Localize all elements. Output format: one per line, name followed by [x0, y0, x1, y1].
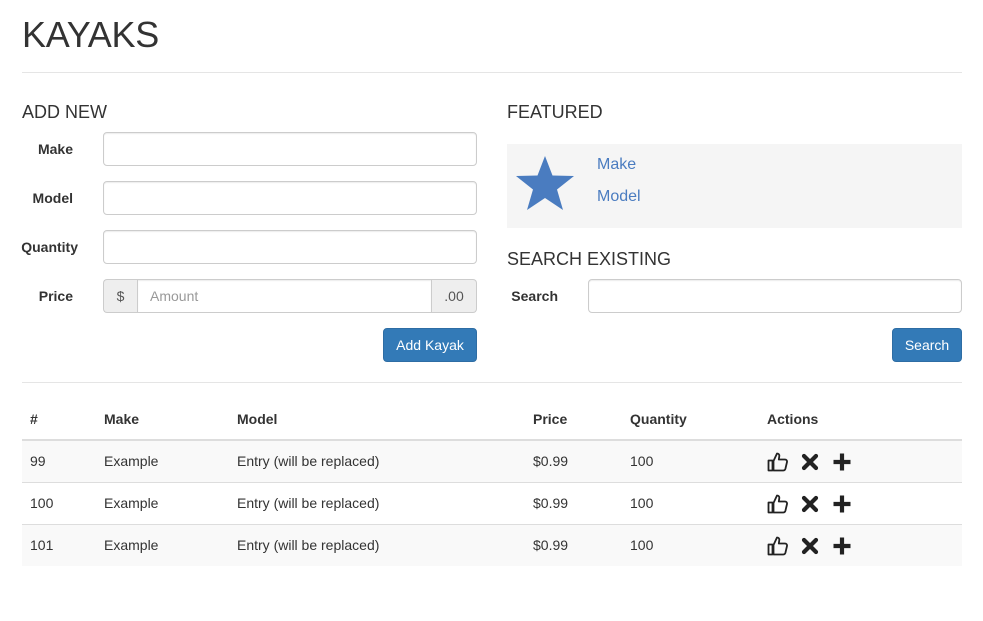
cell-model: Entry (will be replaced) — [229, 481, 525, 524]
add-new-title: ADD NEW — [22, 102, 107, 122]
featured-make-link[interactable]: Make — [597, 156, 636, 174]
cell-id: 100 — [22, 481, 96, 524]
cell-actions — [759, 523, 962, 566]
cell-make: Example — [96, 481, 229, 524]
thumbs-up-icon[interactable] — [767, 535, 789, 557]
cell-id: 101 — [22, 523, 96, 566]
star-icon — [516, 156, 574, 210]
remove-icon[interactable] — [799, 451, 821, 473]
model-label: Model — [32, 190, 73, 206]
header-id: # — [22, 398, 96, 441]
cell-price: $0.99 — [525, 439, 622, 482]
plus-icon[interactable] — [831, 493, 853, 515]
add-kayak-button[interactable]: Add Kayak — [383, 328, 477, 362]
cell-quantity: 100 — [622, 523, 759, 566]
header-model: Model — [229, 398, 525, 441]
price-input-group: $ .00 — [103, 279, 477, 313]
search-button[interactable]: Search — [892, 328, 962, 362]
plus-icon[interactable] — [831, 451, 853, 473]
cell-price: $0.99 — [525, 481, 622, 524]
content-divider — [22, 382, 962, 383]
thumbs-up-icon[interactable] — [767, 451, 789, 473]
header-quantity: Quantity — [622, 398, 759, 441]
header-price: Price — [525, 398, 622, 441]
remove-icon[interactable] — [799, 535, 821, 557]
search-title: SEARCH EXISTING — [507, 249, 672, 269]
price-label: Price — [38, 288, 73, 304]
table-row: 100 Example Entry (will be replaced) $0.… — [22, 481, 962, 524]
price-amount-input[interactable] — [137, 279, 432, 313]
make-label: Make — [37, 141, 73, 157]
featured-model-link[interactable]: Model — [597, 188, 641, 206]
price-suffix: .00 — [432, 279, 477, 313]
cell-quantity: 100 — [622, 481, 759, 524]
cell-quantity: 100 — [622, 439, 759, 482]
page-title: KAYAKS — [22, 14, 159, 55]
cell-model: Entry (will be replaced) — [229, 439, 525, 482]
cell-id: 99 — [22, 439, 96, 482]
thumbs-up-icon[interactable] — [767, 493, 789, 515]
header-actions: Actions — [759, 398, 962, 441]
remove-icon[interactable] — [799, 493, 821, 515]
cell-price: $0.99 — [525, 523, 622, 566]
cell-make: Example — [96, 523, 229, 566]
quantity-label: Quantity — [21, 239, 78, 255]
plus-icon[interactable] — [831, 535, 853, 557]
make-input[interactable] — [103, 132, 477, 166]
table-row: 101 Example Entry (will be replaced) $0.… — [22, 523, 962, 566]
cell-model: Entry (will be replaced) — [229, 523, 525, 566]
cell-actions — [759, 481, 962, 524]
cell-make: Example — [96, 439, 229, 482]
search-label: Search — [511, 288, 558, 304]
model-input[interactable] — [103, 181, 477, 215]
quantity-input[interactable] — [103, 230, 477, 264]
featured-title: FEATURED — [507, 102, 603, 122]
header-make: Make — [96, 398, 229, 441]
search-input[interactable] — [588, 279, 962, 313]
price-prefix: $ — [103, 279, 137, 313]
cell-actions — [759, 439, 962, 482]
featured-panel: Make Model — [507, 144, 962, 228]
kayaks-table: # Make Model Price Quantity Actions 99 E… — [22, 398, 962, 566]
header-divider — [22, 72, 962, 73]
table-row: 99 Example Entry (will be replaced) $0.9… — [22, 439, 962, 482]
table-header-row: # Make Model Price Quantity Actions — [22, 398, 962, 441]
